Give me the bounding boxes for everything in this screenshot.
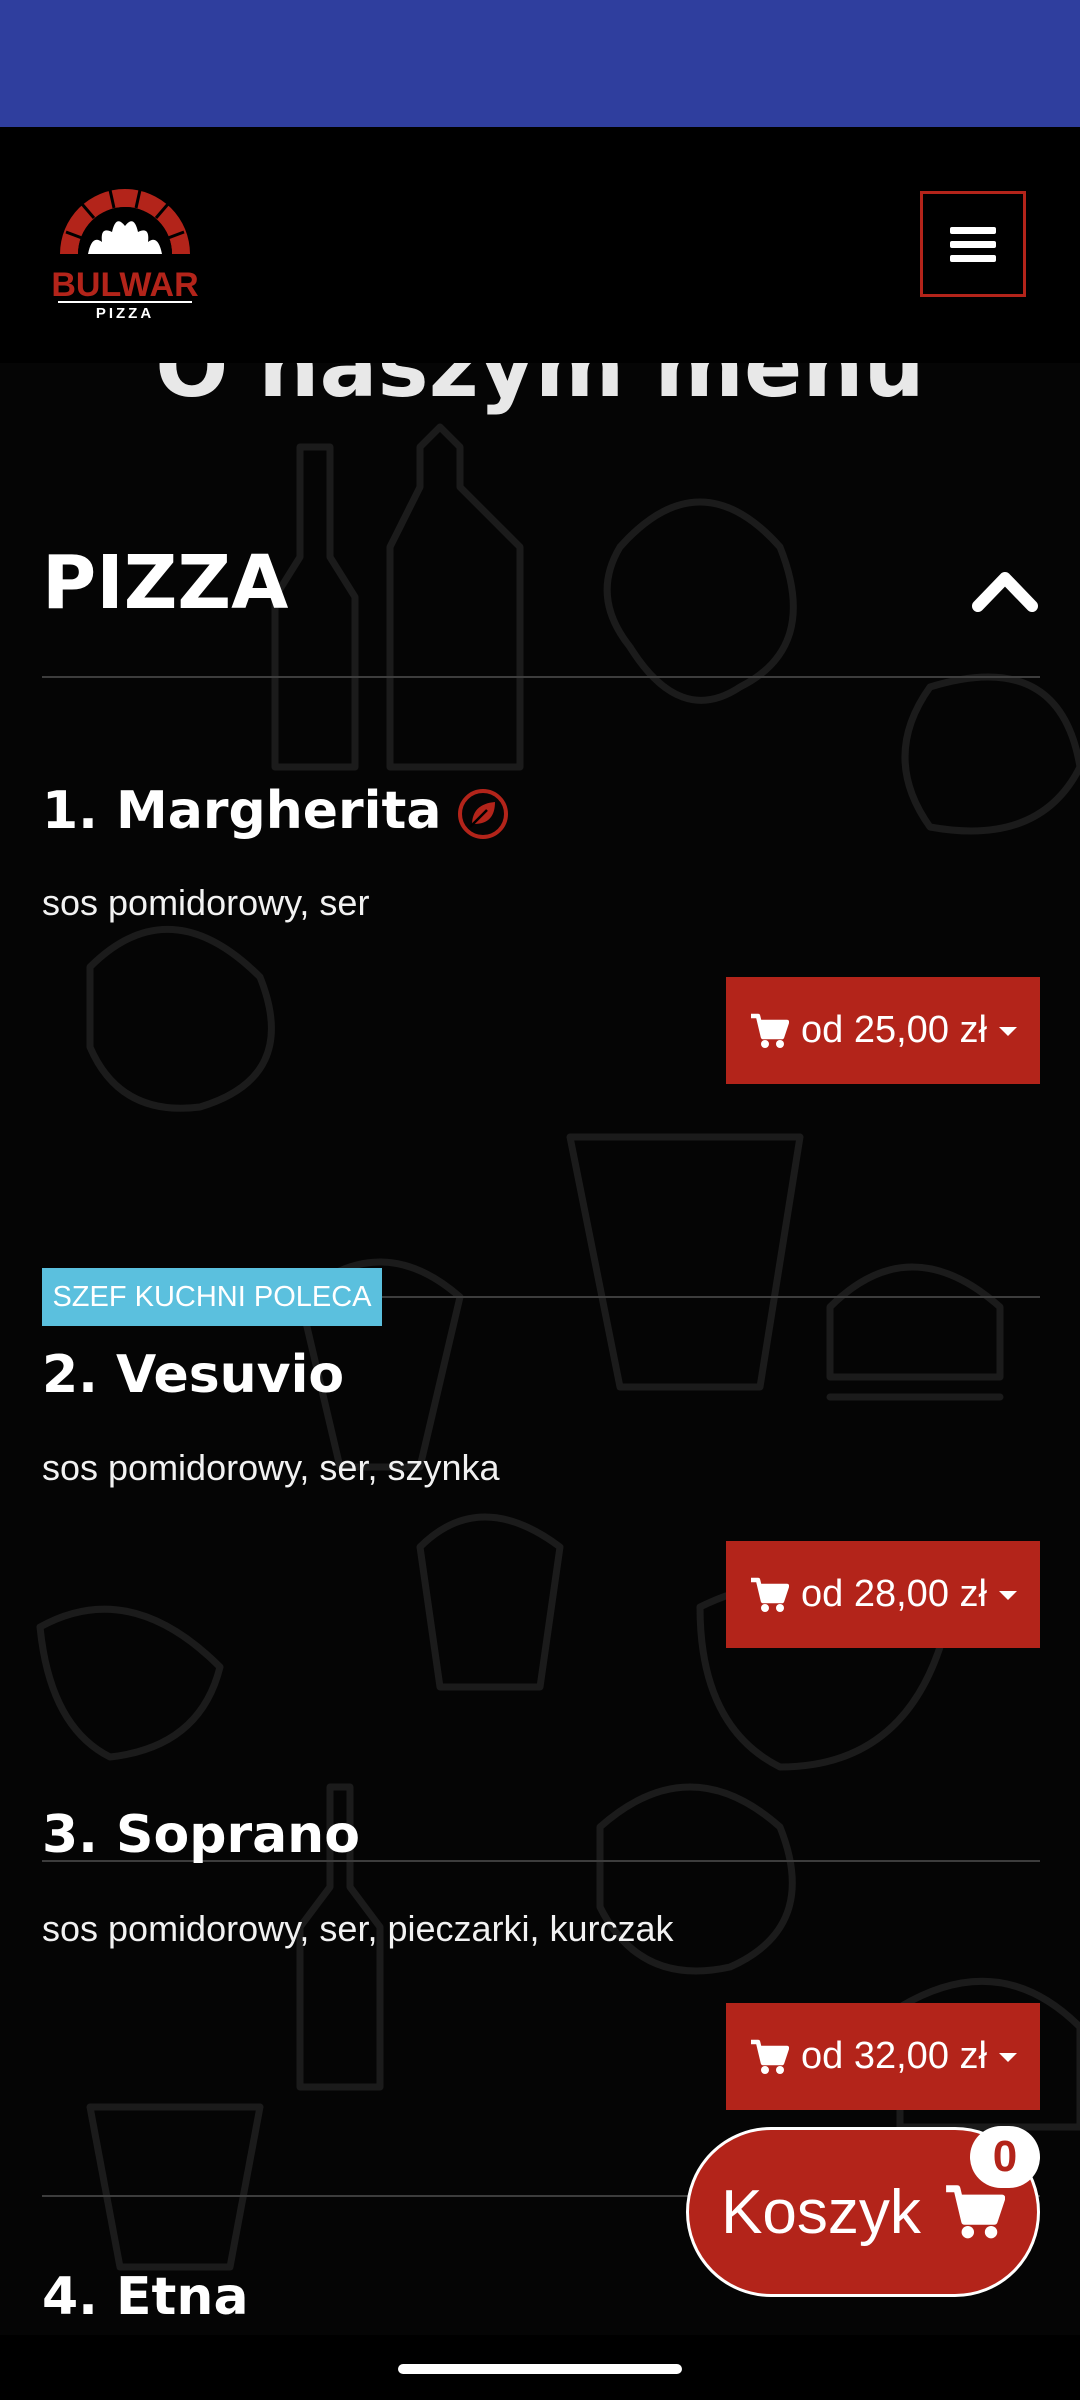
price-label: od 28,00 zł bbox=[801, 1573, 987, 1615]
chef-recommends-badge: SZEF KUCHNI POLECA bbox=[42, 1268, 382, 1326]
add-to-cart-button[interactable]: od 25,00 zł bbox=[726, 977, 1040, 1084]
menu-item-name: 1. Margherita bbox=[42, 781, 509, 841]
cart-label: Koszyk bbox=[721, 2177, 921, 2247]
pizza-section-header[interactable]: PIZZA bbox=[42, 520, 1040, 680]
cart-count-badge: 0 bbox=[970, 2126, 1040, 2188]
shopping-cart-icon bbox=[751, 1013, 790, 1048]
shopping-cart-icon bbox=[946, 2185, 1005, 2239]
menu-item-name: 2. Vesuvio bbox=[42, 1345, 345, 1405]
bulwar-pizza-logo[interactable]: BULWAR PIZZA bbox=[51, 174, 199, 322]
price-label: od 32,00 zł bbox=[801, 2035, 987, 2077]
section-title: PIZZA bbox=[42, 540, 289, 626]
price-label: od 25,00 zł bbox=[801, 1009, 987, 1051]
leaf-icon bbox=[458, 789, 509, 839]
menu-item-name: 3. Soprano bbox=[42, 1805, 360, 1865]
section-divider bbox=[42, 676, 1040, 678]
chevron-up-icon[interactable] bbox=[970, 564, 1040, 614]
caret-down-icon bbox=[998, 1026, 1017, 1036]
site-header: BULWAR PIZZA bbox=[0, 127, 1080, 363]
hamburger-icon bbox=[950, 220, 996, 269]
svg-text:PIZZA: PIZZA bbox=[96, 305, 154, 320]
menu-item-description: sos pomidorowy, ser, pieczarki, kurczak bbox=[42, 1908, 674, 1949]
shopping-cart-icon bbox=[751, 1577, 790, 1612]
caret-down-icon bbox=[998, 2052, 1017, 2062]
caret-down-icon bbox=[998, 1590, 1017, 1600]
add-to-cart-button[interactable]: od 28,00 zł bbox=[726, 1541, 1040, 1648]
menu-item-description: sos pomidorowy, ser, szynka bbox=[42, 1447, 500, 1488]
svg-text:BULWAR: BULWAR bbox=[52, 266, 198, 304]
shopping-cart-icon bbox=[751, 2039, 790, 2074]
menu-item-description: sos pomidorowy, ser bbox=[42, 882, 370, 923]
home-indicator[interactable] bbox=[398, 2364, 682, 2374]
menu-page[interactable]: O naszym menu BULWAR PIZZA PIZZA 1. Marg… bbox=[0, 127, 1080, 2335]
hamburger-menu-button[interactable] bbox=[920, 191, 1026, 297]
menu-item-name: 4. Etna bbox=[42, 2267, 249, 2327]
system-status-bar bbox=[0, 0, 1080, 127]
add-to-cart-button[interactable]: od 32,00 zł bbox=[726, 2003, 1040, 2110]
